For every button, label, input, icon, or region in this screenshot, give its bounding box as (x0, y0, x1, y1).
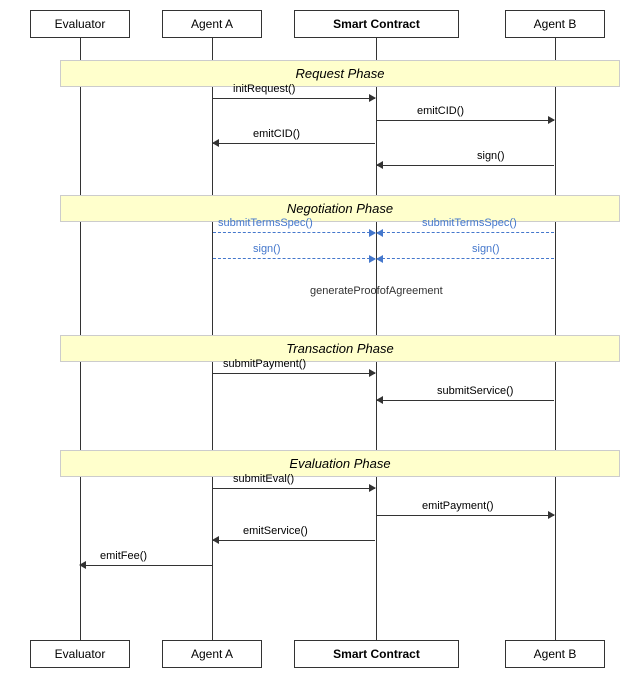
phase-transaction: Transaction Phase (60, 335, 620, 362)
participant-smartcontract-bottom: Smart Contract (294, 640, 459, 668)
participant-evaluator-bottom: Evaluator (30, 640, 130, 668)
participant-agentB-bottom: Agent B (505, 640, 605, 668)
participant-evaluator-top: Evaluator (30, 10, 130, 38)
participant-agentA-bottom: Agent A (162, 640, 262, 668)
participant-smartcontract-top: Smart Contract (294, 10, 459, 38)
phase-evaluation: Evaluation Phase (60, 450, 620, 477)
participant-agentB-top: Agent B (505, 10, 605, 38)
sequence-diagram: Evaluator Agent A Smart Contract Agent B… (0, 0, 640, 680)
participant-agentA-top: Agent A (162, 10, 262, 38)
phase-negotiation: Negotiation Phase (60, 195, 620, 222)
phase-request: Request Phase (60, 60, 620, 87)
